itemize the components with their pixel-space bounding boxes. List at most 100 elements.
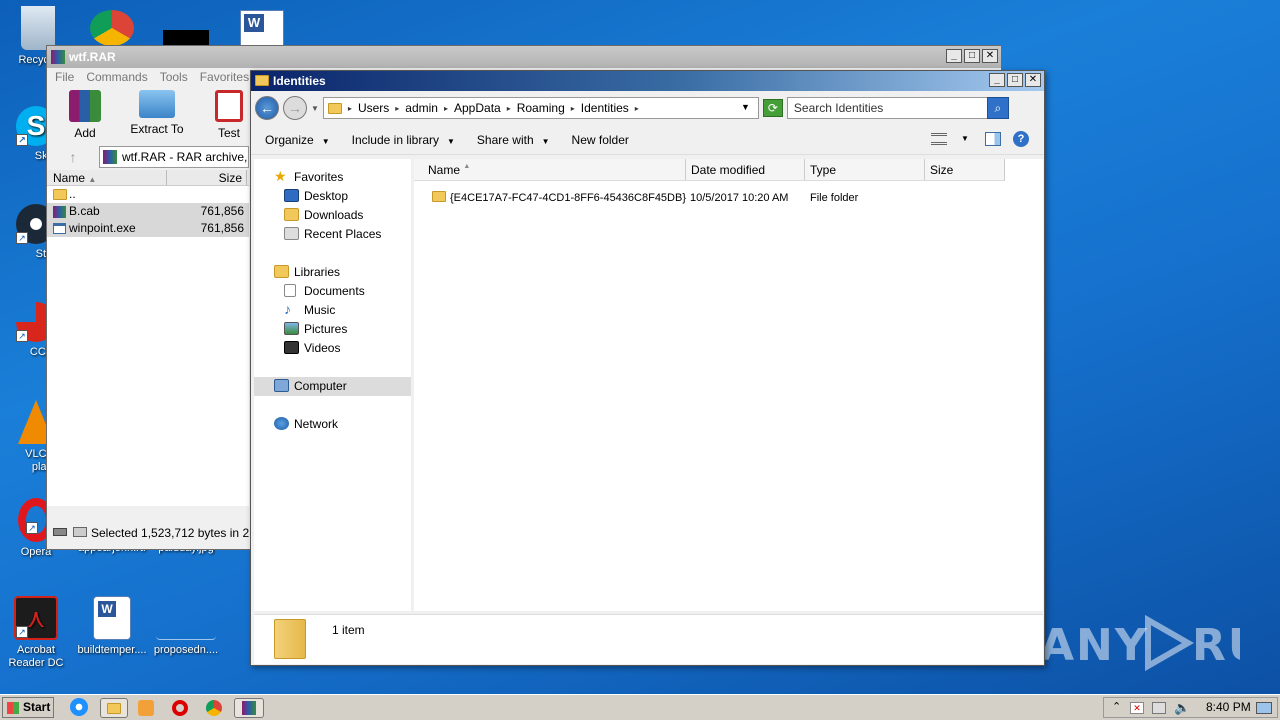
- view-dropdown-icon[interactable]: ▼: [961, 134, 969, 143]
- menu-favorites[interactable]: Favorites: [200, 68, 249, 86]
- list-item[interactable]: winpoint.exe 761,856: [47, 220, 249, 237]
- nav-videos[interactable]: Videos: [284, 340, 340, 356]
- share-with-button[interactable]: Share with ▼: [477, 133, 550, 147]
- chrome-icon[interactable]: [90, 10, 134, 46]
- nav-pictures[interactable]: Pictures: [284, 321, 347, 337]
- minimize-button[interactable]: _: [989, 73, 1005, 87]
- maximize-button[interactable]: □: [964, 49, 980, 63]
- network-tray-icon[interactable]: [1152, 702, 1166, 714]
- nav-desktop[interactable]: Desktop: [284, 188, 348, 204]
- search-input[interactable]: Search Identities ⌕: [786, 97, 1009, 119]
- add-archive-icon: [69, 90, 101, 122]
- column-name[interactable]: Name ▲: [47, 170, 167, 185]
- winrar-file-list[interactable]: .. B.cab 761,856 winpoint.exe 761,856: [47, 186, 249, 506]
- view-options-icon[interactable]: [931, 133, 947, 145]
- breadcrumb-identities[interactable]: Identities: [581, 101, 629, 115]
- close-button[interactable]: ✕: [982, 49, 998, 63]
- breadcrumb-users[interactable]: Users: [358, 101, 389, 115]
- extract-to-button[interactable]: Extract To: [125, 90, 189, 144]
- minimize-button[interactable]: _: [946, 49, 962, 63]
- folder-icon: [53, 189, 67, 200]
- nav-documents[interactable]: Documents: [284, 283, 365, 299]
- add-button[interactable]: Add: [59, 90, 111, 144]
- sort-asc-icon: ▲: [463, 163, 471, 170]
- nav-downloads[interactable]: Downloads: [284, 207, 363, 223]
- details-pane: 1 item: [254, 614, 1043, 664]
- key-icon: [73, 527, 87, 537]
- new-folder-button[interactable]: New folder: [572, 133, 629, 147]
- menu-tools[interactable]: Tools: [160, 68, 188, 86]
- test-button[interactable]: Test: [203, 90, 255, 144]
- column-header-size[interactable]: Size: [925, 159, 1005, 181]
- anyrun-watermark: ANY RUN: [1040, 612, 1280, 672]
- search-placeholder: Search Identities: [793, 101, 884, 115]
- file-list[interactable]: Name ▲ Date modified Type Size {E4CE17A7…: [414, 159, 1043, 611]
- up-arrow-icon[interactable]: ↑: [53, 149, 93, 165]
- action-center-icon[interactable]: ✕: [1130, 702, 1144, 714]
- taskbar: Start ⌃ ✕ 🔈 8:40 PM: [0, 694, 1280, 720]
- explorer-icon[interactable]: [100, 698, 128, 718]
- breadcrumb-admin[interactable]: admin: [405, 101, 438, 115]
- organize-button[interactable]: Organize ▼: [265, 133, 330, 147]
- chevron-up-icon[interactable]: ⌃: [1112, 698, 1121, 717]
- winrar-statusbar: Selected 1,523,712 bytes in 2 fil: [47, 523, 251, 543]
- system-tray: ⌃ ✕ 🔈 8:40 PM: [1103, 697, 1278, 718]
- explorer-titlebar[interactable]: Identities _ □ ✕: [251, 71, 1044, 91]
- include-in-library-button[interactable]: Include in library ▼: [352, 133, 455, 147]
- maximize-button[interactable]: □: [1007, 73, 1023, 87]
- breadcrumb-appdata[interactable]: AppData: [454, 101, 501, 115]
- nav-music[interactable]: ♪ Music: [284, 302, 335, 318]
- column-header-type[interactable]: Type: [805, 159, 925, 181]
- media-player-icon[interactable]: [138, 700, 154, 716]
- desktop-icon-proposedn[interactable]: proposedn....: [148, 596, 224, 657]
- explorer-window[interactable]: Identities _ □ ✕ ← → ▼ ▸ Users ▸ admin ▸…: [250, 70, 1045, 666]
- navigation-pane[interactable]: ★ Favorites Desktop Downloads Recent Plac…: [254, 159, 411, 611]
- list-item[interactable]: B.cab 761,856: [47, 203, 249, 220]
- menu-file[interactable]: File: [55, 68, 74, 86]
- search-icon[interactable]: ⌕: [986, 97, 1009, 119]
- chrome-icon[interactable]: [206, 700, 222, 716]
- desktop-icon-buildtemper[interactable]: W buildtemper....: [74, 596, 150, 657]
- nav-libraries[interactable]: Libraries: [274, 264, 340, 280]
- opera-icon[interactable]: [172, 700, 188, 716]
- refresh-button[interactable]: ⟳: [762, 99, 783, 117]
- column-size[interactable]: Size: [167, 170, 247, 185]
- windows-flag-icon: [7, 702, 19, 714]
- black-app-icon[interactable]: [163, 30, 209, 46]
- ie-icon[interactable]: [70, 698, 88, 716]
- volume-icon[interactable]: 🔈: [1174, 698, 1190, 717]
- nav-network[interactable]: Network: [274, 416, 338, 432]
- nav-recent-places[interactable]: Recent Places: [284, 226, 381, 242]
- show-desktop-icon[interactable]: [1256, 702, 1272, 714]
- help-icon[interactable]: ?: [1013, 131, 1029, 147]
- desktop-icon-acrobat[interactable]: ⋏ ↗ Acrobat Reader DC: [0, 596, 74, 670]
- nav-computer[interactable]: Computer: [274, 378, 347, 394]
- forward-button[interactable]: →: [283, 96, 307, 120]
- clock[interactable]: 8:40 PM: [1206, 698, 1251, 717]
- chevron-right-icon: ▸: [443, 103, 448, 113]
- documents-icon: [284, 284, 296, 297]
- address-bar[interactable]: ▸ Users ▸ admin ▸ AppData ▸ Roaming ▸ Id…: [322, 97, 759, 119]
- winrar-titlebar[interactable]: wtf.RAR _ □ ✕: [47, 46, 1001, 68]
- start-button[interactable]: Start: [2, 697, 54, 718]
- add-label: Add: [74, 126, 96, 140]
- nav-favorites[interactable]: ★ Favorites: [274, 169, 343, 185]
- breadcrumb-roaming[interactable]: Roaming: [517, 101, 565, 115]
- history-dropdown-icon[interactable]: ▼: [311, 104, 319, 113]
- winrar-icon[interactable]: [234, 698, 264, 718]
- libraries-icon: [274, 265, 289, 278]
- sort-asc-icon: ▲: [88, 175, 97, 184]
- address-dropdown-icon[interactable]: ▼: [741, 102, 750, 112]
- menu-commands[interactable]: Commands: [86, 68, 147, 86]
- word-doc-icon[interactable]: W: [240, 10, 284, 46]
- column-header-name[interactable]: Name ▲: [414, 159, 686, 181]
- list-item[interactable]: ..: [47, 186, 249, 203]
- close-button[interactable]: ✕: [1025, 73, 1041, 87]
- winrar-app-icon: [242, 701, 256, 715]
- item-count: 1 item: [332, 623, 365, 637]
- winrar-path-field[interactable]: wtf.RAR - RAR archive, ur: [99, 146, 249, 168]
- row-type: File folder: [810, 192, 859, 204]
- preview-pane-icon[interactable]: [985, 132, 1001, 146]
- back-button[interactable]: ←: [255, 96, 279, 120]
- column-header-date[interactable]: Date modified: [686, 159, 805, 181]
